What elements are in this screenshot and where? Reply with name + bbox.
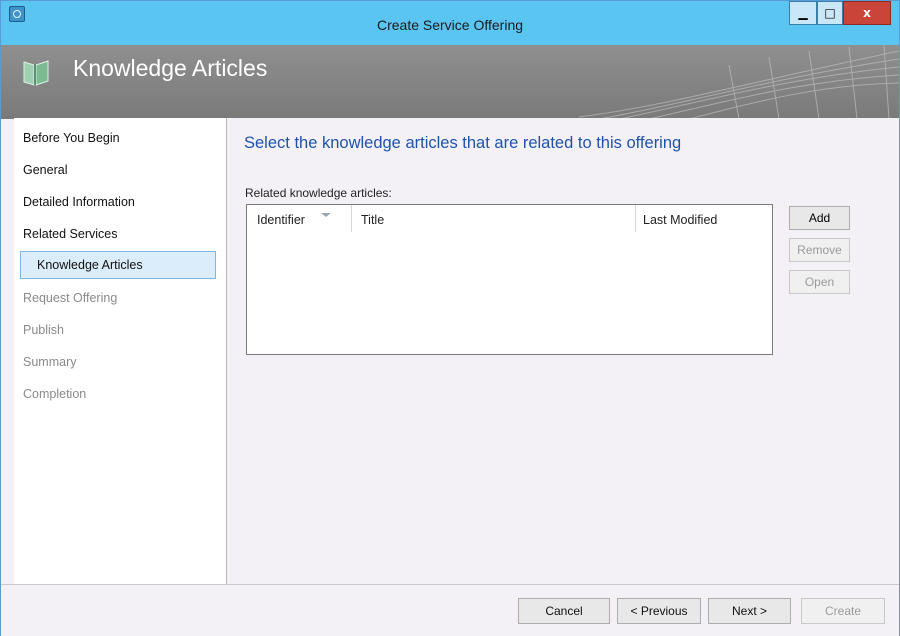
nav-item-summary: Summary xyxy=(23,355,77,369)
create-button: Create xyxy=(801,598,885,624)
nav-item-general[interactable]: General xyxy=(23,163,67,177)
wizard-footer: Cancel < Previous Next > Create xyxy=(1,584,899,636)
minimize-button[interactable]: ▁ xyxy=(789,1,817,25)
page-heading: Select the knowledge articles that are r… xyxy=(244,134,682,152)
nav-item-related-services[interactable]: Related Services xyxy=(23,227,118,241)
nav-item-completion: Completion xyxy=(23,387,87,401)
column-divider[interactable] xyxy=(351,205,352,232)
nav-item-before-you-begin[interactable]: Before You Begin xyxy=(23,131,120,145)
next-button[interactable]: Next > xyxy=(708,598,791,624)
main-content: Select the knowledge articles that are r… xyxy=(226,118,899,584)
window-title: Create Service Offering xyxy=(376,17,524,33)
create-service-offering-window: Create Service Offering ▁ □ x Knowledge … xyxy=(0,0,900,636)
sort-descending-icon xyxy=(321,213,331,217)
knowledge-articles-list[interactable]: Identifier Title Last Modified xyxy=(246,204,773,355)
column-header-last-modified[interactable]: Last Modified xyxy=(643,213,717,227)
wizard-steps-sidebar: Before You Begin General Detailed Inform… xyxy=(14,118,226,584)
decorative-wave xyxy=(579,45,899,119)
nav-item-knowledge-articles[interactable]: Knowledge Articles xyxy=(20,251,216,279)
nav-item-publish: Publish xyxy=(23,323,64,337)
maximize-button[interactable]: □ xyxy=(817,1,843,25)
title-bar[interactable]: Create Service Offering ▁ □ x xyxy=(1,1,899,45)
remove-button: Remove xyxy=(789,238,850,262)
column-header-identifier[interactable]: Identifier xyxy=(257,213,305,227)
open-button: Open xyxy=(789,270,850,294)
close-button[interactable]: x xyxy=(843,1,891,25)
column-header-title[interactable]: Title xyxy=(361,213,384,227)
banner-title: Knowledge Articles xyxy=(73,55,268,81)
book-icon xyxy=(23,60,49,86)
add-button[interactable]: Add xyxy=(789,206,850,230)
nav-item-request-offering: Request Offering xyxy=(23,291,118,305)
previous-button[interactable]: < Previous xyxy=(617,598,701,624)
related-articles-label: Related knowledge articles: xyxy=(245,186,392,200)
page-banner: Knowledge Articles xyxy=(1,45,899,119)
nav-item-detailed-information[interactable]: Detailed Information xyxy=(23,195,135,209)
column-divider[interactable] xyxy=(635,205,636,232)
cancel-button[interactable]: Cancel xyxy=(518,598,610,624)
